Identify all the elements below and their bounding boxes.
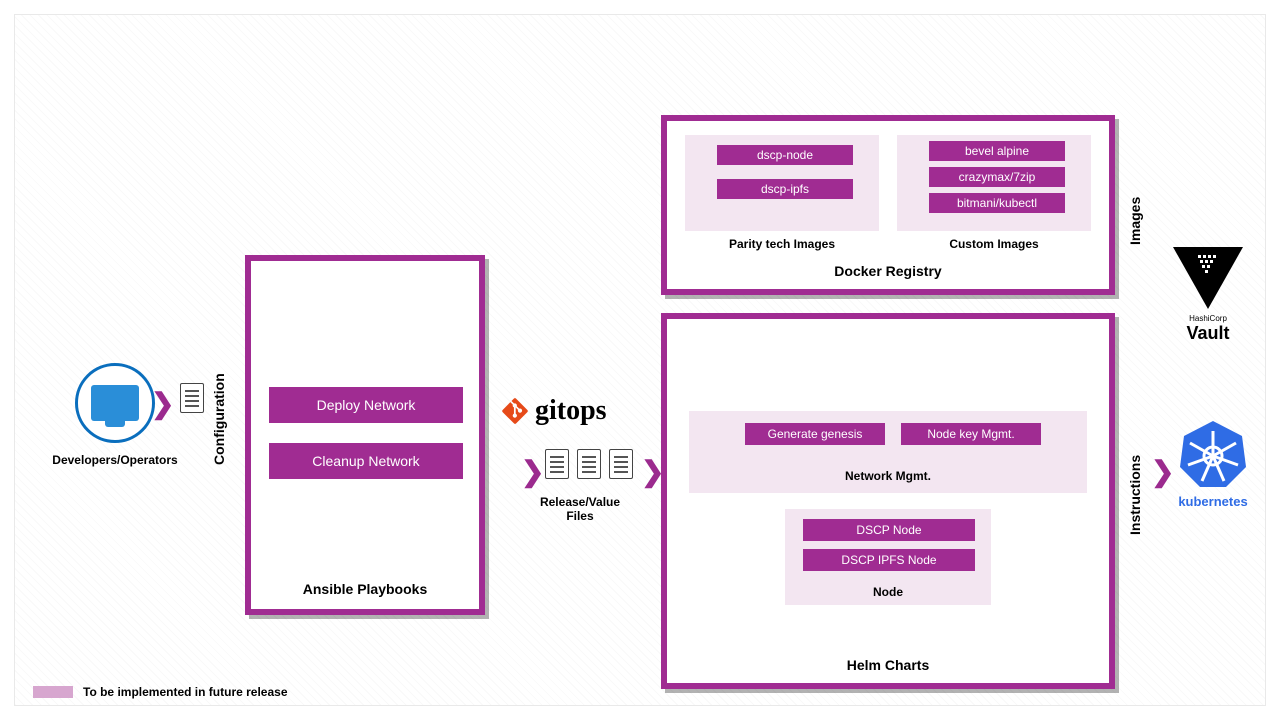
- parity-caption: Parity tech Images: [685, 237, 879, 251]
- parity-panel: dscp-node dscp-ipfs: [685, 135, 879, 231]
- arrow-icon: ❯: [521, 455, 544, 488]
- docker-title: Docker Registry: [667, 263, 1109, 279]
- document-icon: [577, 449, 601, 479]
- custom-caption: Custom Images: [897, 237, 1091, 251]
- chip-deploy-network: Deploy Network: [269, 387, 463, 423]
- vault-block: HashiCorp Vault: [1163, 247, 1253, 344]
- chip-bevel-alpine: bevel alpine: [929, 141, 1065, 161]
- document-icon: [180, 383, 204, 413]
- document-icons: [545, 449, 633, 479]
- release-files-caption: Release/Value Files: [525, 495, 635, 523]
- legend: To be implemented in future release: [33, 685, 288, 699]
- network-mgmt-caption: Network Mgmt.: [689, 469, 1087, 483]
- chip-crazymax: crazymax/7zip: [929, 167, 1065, 187]
- chip-dscp-node: DSCP Node: [803, 519, 975, 541]
- legend-text: To be implemented in future release: [83, 685, 288, 699]
- developers-label: Developers/Operators: [45, 453, 185, 467]
- git-icon: [501, 397, 529, 425]
- chip-dscp-node: dscp-node: [717, 145, 853, 165]
- chip-generate-genesis: Generate genesis: [745, 423, 885, 445]
- custom-panel: bevel alpine crazymax/7zip bitmani/kubec…: [897, 135, 1091, 231]
- helm-charts-box: Generate genesis Node key Mgmt. Network …: [661, 313, 1115, 689]
- kubernetes-label: kubernetes: [1167, 494, 1259, 509]
- document-icon: [545, 449, 569, 479]
- developers-icon: [75, 363, 155, 443]
- chip-node-key-mgmt: Node key Mgmt.: [901, 423, 1041, 445]
- node-panel: DSCP Node DSCP IPFS Node Node: [785, 509, 991, 605]
- helm-title: Helm Charts: [667, 657, 1109, 673]
- network-mgmt-panel: Generate genesis Node key Mgmt. Network …: [689, 411, 1087, 493]
- ansible-title: Ansible Playbooks: [251, 581, 479, 597]
- kubernetes-block: kubernetes: [1167, 419, 1259, 509]
- legend-swatch: [33, 686, 73, 698]
- node-caption: Node: [785, 585, 991, 599]
- kubernetes-icon: [1178, 419, 1248, 489]
- vault-label: Vault: [1163, 323, 1253, 344]
- gitops-text: gitops: [535, 395, 607, 427]
- docker-registry-box: dscp-node dscp-ipfs Parity tech Images b…: [661, 115, 1115, 295]
- arrow-icon: ❯: [151, 387, 174, 420]
- vlabel-images: Images: [1127, 165, 1143, 245]
- ansible-box: Deploy Network Cleanup Network Ansible P…: [245, 255, 485, 615]
- chip-dscp-ipfs-node: DSCP IPFS Node: [803, 549, 975, 571]
- vault-icon: [1173, 247, 1243, 309]
- chip-bitmani: bitmani/kubectl: [929, 193, 1065, 213]
- vlabel-configuration: Configuration: [211, 345, 227, 465]
- vault-top: HashiCorp: [1163, 314, 1253, 323]
- vlabel-instructions: Instructions: [1127, 415, 1143, 535]
- chip-cleanup-network: Cleanup Network: [269, 443, 463, 479]
- document-icon: [609, 449, 633, 479]
- gitops-logo: gitops: [501, 395, 607, 427]
- chip-dscp-ipfs: dscp-ipfs: [717, 179, 853, 199]
